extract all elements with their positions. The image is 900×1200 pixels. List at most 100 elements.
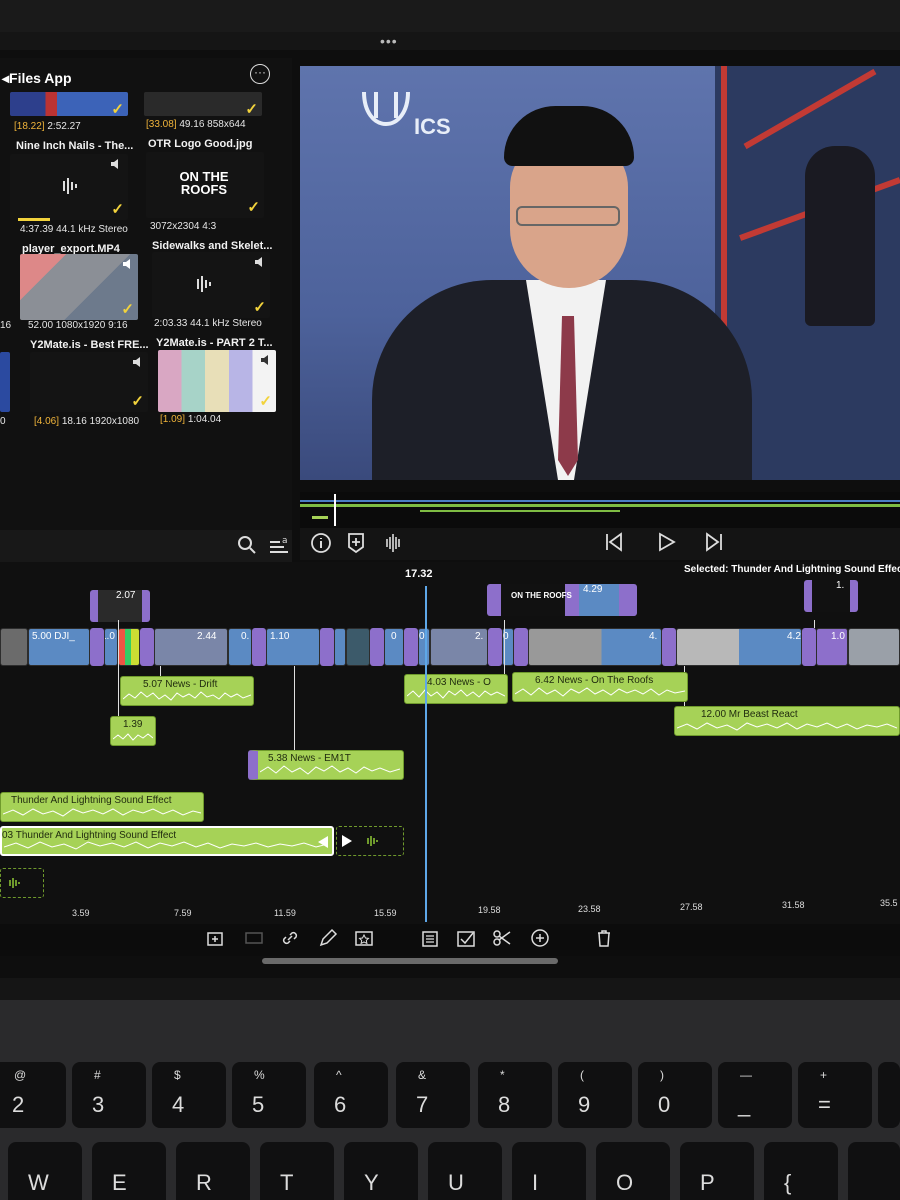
- key-6[interactable]: ^ 6: [314, 1062, 388, 1128]
- trim-handle-icon[interactable]: [318, 836, 328, 848]
- transition[interactable]: [90, 628, 104, 666]
- key-9[interactable]: (9: [558, 1062, 632, 1128]
- audio-clip-ghost[interactable]: [0, 868, 44, 898]
- add-keyframe-icon[interactable]: [346, 532, 366, 554]
- video-clip[interactable]: 0: [384, 628, 404, 666]
- video-clip[interactable]: 5.00 DJI_: [28, 628, 90, 666]
- transition[interactable]: [514, 628, 528, 666]
- title-clip[interactable]: 2.07: [90, 590, 150, 622]
- skip-back-icon[interactable]: [604, 532, 624, 552]
- select-icon[interactable]: [456, 928, 476, 948]
- media-thumbnail[interactable]: ✓: [10, 92, 128, 116]
- video-clip[interactable]: 2.: [430, 628, 488, 666]
- selected-audio-clip[interactable]: 03 Thunder And Lightning Sound Effect: [0, 826, 334, 856]
- video-clip[interactable]: [118, 628, 140, 666]
- key-o[interactable]: O: [596, 1142, 670, 1200]
- audio-thumbnail[interactable]: ✓: [10, 154, 128, 220]
- key-bracket[interactable]: {: [764, 1142, 838, 1200]
- audio-clip[interactable]: 1.39: [110, 716, 156, 746]
- viewer-scrubber[interactable]: [300, 492, 900, 528]
- home-indicator[interactable]: [262, 958, 558, 964]
- scissors-icon[interactable]: [492, 928, 512, 948]
- pencil-icon[interactable]: [318, 928, 338, 948]
- transition[interactable]: [662, 628, 676, 666]
- multitasking-dots[interactable]: •••: [380, 33, 398, 49]
- audio-clip[interactable]: 4.03 News - O: [404, 674, 508, 704]
- clipboard-icon[interactable]: [420, 928, 440, 948]
- video-clip[interactable]: 4.: [528, 628, 662, 666]
- key-delete-partial[interactable]: [878, 1062, 900, 1128]
- split-audio-icon[interactable]: [382, 532, 404, 554]
- add-media-icon[interactable]: [206, 928, 226, 948]
- key-2[interactable]: @2: [0, 1062, 66, 1128]
- transition[interactable]: [140, 628, 154, 666]
- key-t[interactable]: T: [260, 1142, 334, 1200]
- transition[interactable]: [488, 628, 502, 666]
- key-partial[interactable]: [848, 1142, 900, 1200]
- key-equals[interactable]: + =: [798, 1062, 872, 1128]
- audio-clip[interactable]: 6.42 News - On The Roofs: [512, 672, 688, 702]
- playhead[interactable]: [425, 586, 427, 922]
- audio-thumbnail[interactable]: ✓: [152, 252, 270, 318]
- play-icon[interactable]: [656, 532, 676, 552]
- audio-clip-ghost[interactable]: [336, 826, 404, 856]
- link-icon[interactable]: [280, 928, 300, 948]
- transition[interactable]: [404, 628, 418, 666]
- key-i[interactable]: I: [512, 1142, 586, 1200]
- connection-line: [814, 620, 815, 628]
- title-clip[interactable]: ON THE ROOFS 4.29: [487, 584, 637, 616]
- key-4[interactable]: $4: [152, 1062, 226, 1128]
- key-0[interactable]: ) 0: [638, 1062, 712, 1128]
- connection-line: [294, 666, 295, 752]
- video-clip[interactable]: [334, 628, 346, 666]
- key-w[interactable]: W: [8, 1142, 82, 1200]
- key-7[interactable]: & 7: [396, 1062, 470, 1128]
- transition[interactable]: [252, 628, 266, 666]
- video-clip[interactable]: 4.2: [676, 628, 802, 666]
- video-clip[interactable]: 0.: [228, 628, 252, 666]
- video-viewer[interactable]: ICS: [300, 66, 900, 480]
- audio-clip[interactable]: 12.00 Mr Beast React: [674, 706, 900, 736]
- transition[interactable]: [370, 628, 384, 666]
- audio-clip[interactable]: Thunder And Lightning Sound Effect: [0, 792, 204, 822]
- video-clip[interactable]: [0, 628, 28, 666]
- key-r[interactable]: R: [176, 1142, 250, 1200]
- info-icon[interactable]: [310, 532, 332, 554]
- image-thumbnail[interactable]: ON THE ROOFS ✓: [146, 152, 264, 218]
- key-e[interactable]: E: [92, 1142, 166, 1200]
- video-clip[interactable]: 2.44: [154, 628, 228, 666]
- search-icon[interactable]: [236, 534, 258, 556]
- key-y[interactable]: Y: [344, 1142, 418, 1200]
- key-minus[interactable]: — _: [718, 1062, 792, 1128]
- key-p[interactable]: P: [680, 1142, 754, 1200]
- timeline-ruler[interactable]: [0, 900, 900, 924]
- sort-icon[interactable]: a: [268, 534, 290, 556]
- favorite-icon[interactable]: [354, 928, 374, 948]
- video-thumbnail[interactable]: ✓: [20, 254, 138, 320]
- more-options-icon[interactable]: ···: [250, 64, 270, 84]
- video-clip[interactable]: 0: [418, 628, 430, 666]
- files-app-back-button[interactable]: ◂Files App: [2, 70, 72, 87]
- video-clip[interactable]: 1.0: [816, 628, 848, 666]
- key-3[interactable]: #3: [72, 1062, 146, 1128]
- video-thumbnail-partial[interactable]: [0, 352, 10, 412]
- add-icon[interactable]: [530, 928, 550, 948]
- audio-clip[interactable]: 5.07 News - Drift: [120, 676, 254, 706]
- video-clip[interactable]: [848, 628, 900, 666]
- audio-clip[interactable]: 5.38 News - EM1T: [248, 750, 404, 780]
- transition[interactable]: [320, 628, 334, 666]
- key-8[interactable]: * 8: [478, 1062, 552, 1128]
- video-clip[interactable]: [346, 628, 370, 666]
- video-thumbnail[interactable]: ✓: [30, 352, 148, 412]
- trash-icon[interactable]: [594, 928, 614, 948]
- video-thumbnail[interactable]: ✓: [158, 350, 276, 412]
- video-clip[interactable]: 1.10: [266, 628, 320, 666]
- transition[interactable]: [802, 628, 816, 666]
- video-clip[interactable]: 1.0: [104, 628, 118, 666]
- skip-forward-icon[interactable]: [704, 532, 724, 552]
- title-clip[interactable]: 1.: [804, 580, 858, 612]
- title-clip-label: 1.: [836, 580, 845, 591]
- key-u[interactable]: U: [428, 1142, 502, 1200]
- media-thumbnail[interactable]: ✓: [144, 92, 262, 116]
- key-5[interactable]: % 5: [232, 1062, 306, 1128]
